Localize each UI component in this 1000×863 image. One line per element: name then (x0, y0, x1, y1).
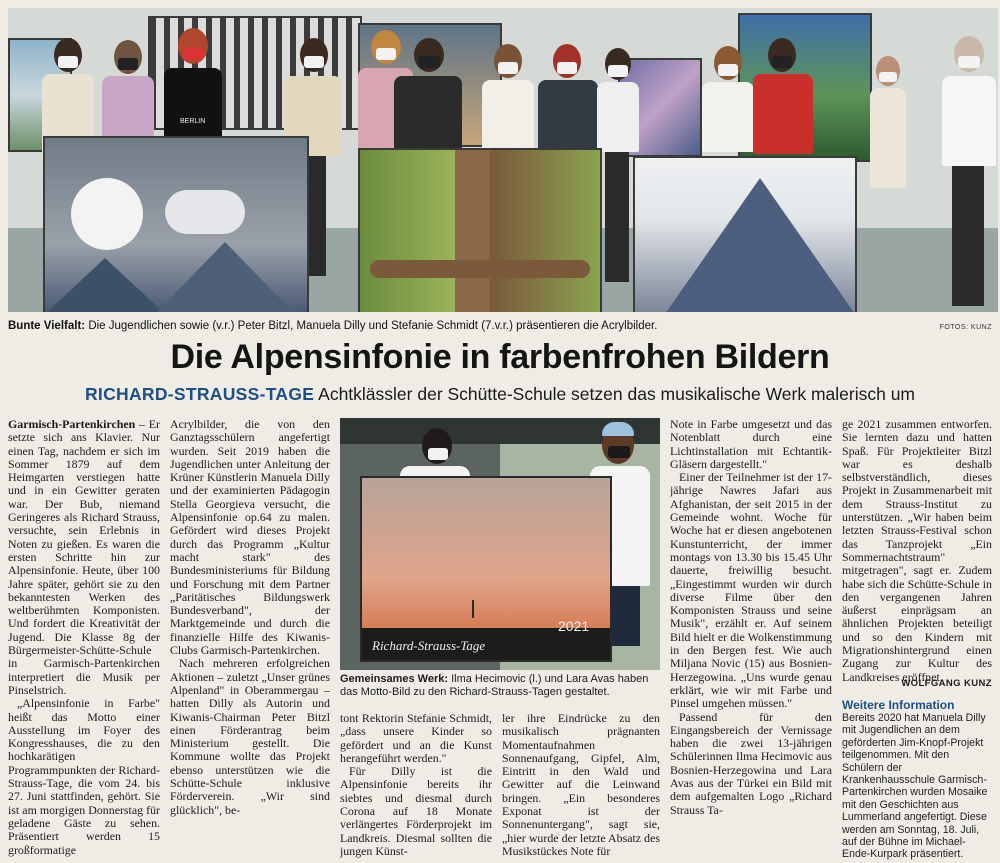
top-photo-caption: Bunte Vielfalt: Die Jugendlichen sowie (… (8, 320, 998, 336)
paragraph: Acrylbilder, die von den Ganztagsschüler… (170, 418, 330, 658)
canvas-year: 2021 (558, 618, 590, 634)
shirt-text: BERLIN (180, 118, 206, 125)
paragraph: Nach mehreren erfolgreichen Aktionen – z… (170, 656, 330, 817)
caption-lead: Bunte Vielfalt: (8, 320, 86, 332)
author-byline: WOLFGANG KUNZ (901, 678, 992, 689)
paragraph: Einer der Teilnehmer ist der 17-jährige … (670, 470, 832, 711)
article-column-3: tont Rektorin Stefanie Schmidt, „dass un… (340, 712, 492, 858)
caption-text: Die Jugendlichen sowie (v.r.) Peter Bitz… (88, 320, 658, 332)
paragraph: ge 2021 zusammen entworfen. Sie lernten … (842, 418, 992, 684)
article-column-2: Acrylbilder, die von den Ganztagsschüler… (170, 418, 330, 858)
info-box-title: Weitere Information (842, 698, 955, 712)
person (938, 36, 998, 312)
info-box-text: Bereits 2020 hat Manuela Dilly mit Jugen… (842, 712, 988, 861)
subhead-kicker: RICHARD-STRAUSS-TAGE (84, 384, 315, 404)
paragraph: ler ihre Eindrücke zu den musikalisch pr… (502, 712, 660, 858)
paragraph: Für Dilly ist die Alpensinfonie bereits … (340, 764, 492, 858)
paragraph: tont Rektorin Stefanie Schmidt, „dass un… (340, 712, 492, 765)
motto-canvas: Richard-Strauss-Tage 2021 (360, 476, 612, 662)
painting-moon-mountains (43, 136, 309, 312)
paragraph: Passend für den Eingangsbereich der Vern… (670, 709, 832, 817)
article-column-1: Garmisch-Partenkirchen – Er setzte sich … (8, 418, 160, 858)
info-box: Weitere Information Bereits 2020 hat Man… (842, 698, 992, 861)
subheadline: RICHARD-STRAUSS-TAGE Achtklässler der Sc… (0, 384, 1000, 405)
painting-snow-peak (633, 156, 857, 312)
article-column-5: Note in Farbe umgesetzt und das Notenbla… (670, 418, 832, 858)
subhead-text: Achtklässler der Schütte-Schule setzen d… (318, 384, 916, 404)
article-column-6: ge 2021 zusammen entworfen. Sie lernten … (842, 418, 992, 690)
caption-lead: Gemeinsames Werk: (340, 673, 449, 685)
group-photo: BERLIN (8, 8, 998, 312)
canvas-label: Richard-Strauss-Tage (372, 638, 486, 653)
article-column-4-lower: ler ihre Eindrücke zu den musikalisch pr… (502, 712, 660, 858)
painting-tree-roots (358, 148, 602, 312)
motto-painting-photo: Richard-Strauss-Tage 2021 (340, 418, 660, 670)
photo-credit: FOTOS: KUNZ (939, 324, 992, 331)
paragraph: „Alpensinfonie in Farbe" heißt das Motto… (8, 696, 160, 857)
person (868, 56, 908, 296)
dateline: Garmisch-Partenkirchen (8, 418, 136, 431)
paragraph: – Er setzte sich ans Klavier. Nur einen … (8, 418, 160, 697)
headline: Die Alpensinfonie in farbenfrohen Bilder… (170, 338, 830, 376)
mid-photo-caption: Gemeinsames Werk: Ilma Hecimovic (l.) un… (340, 673, 660, 699)
paragraph: Note in Farbe umgesetzt und das Notenbla… (670, 418, 832, 471)
